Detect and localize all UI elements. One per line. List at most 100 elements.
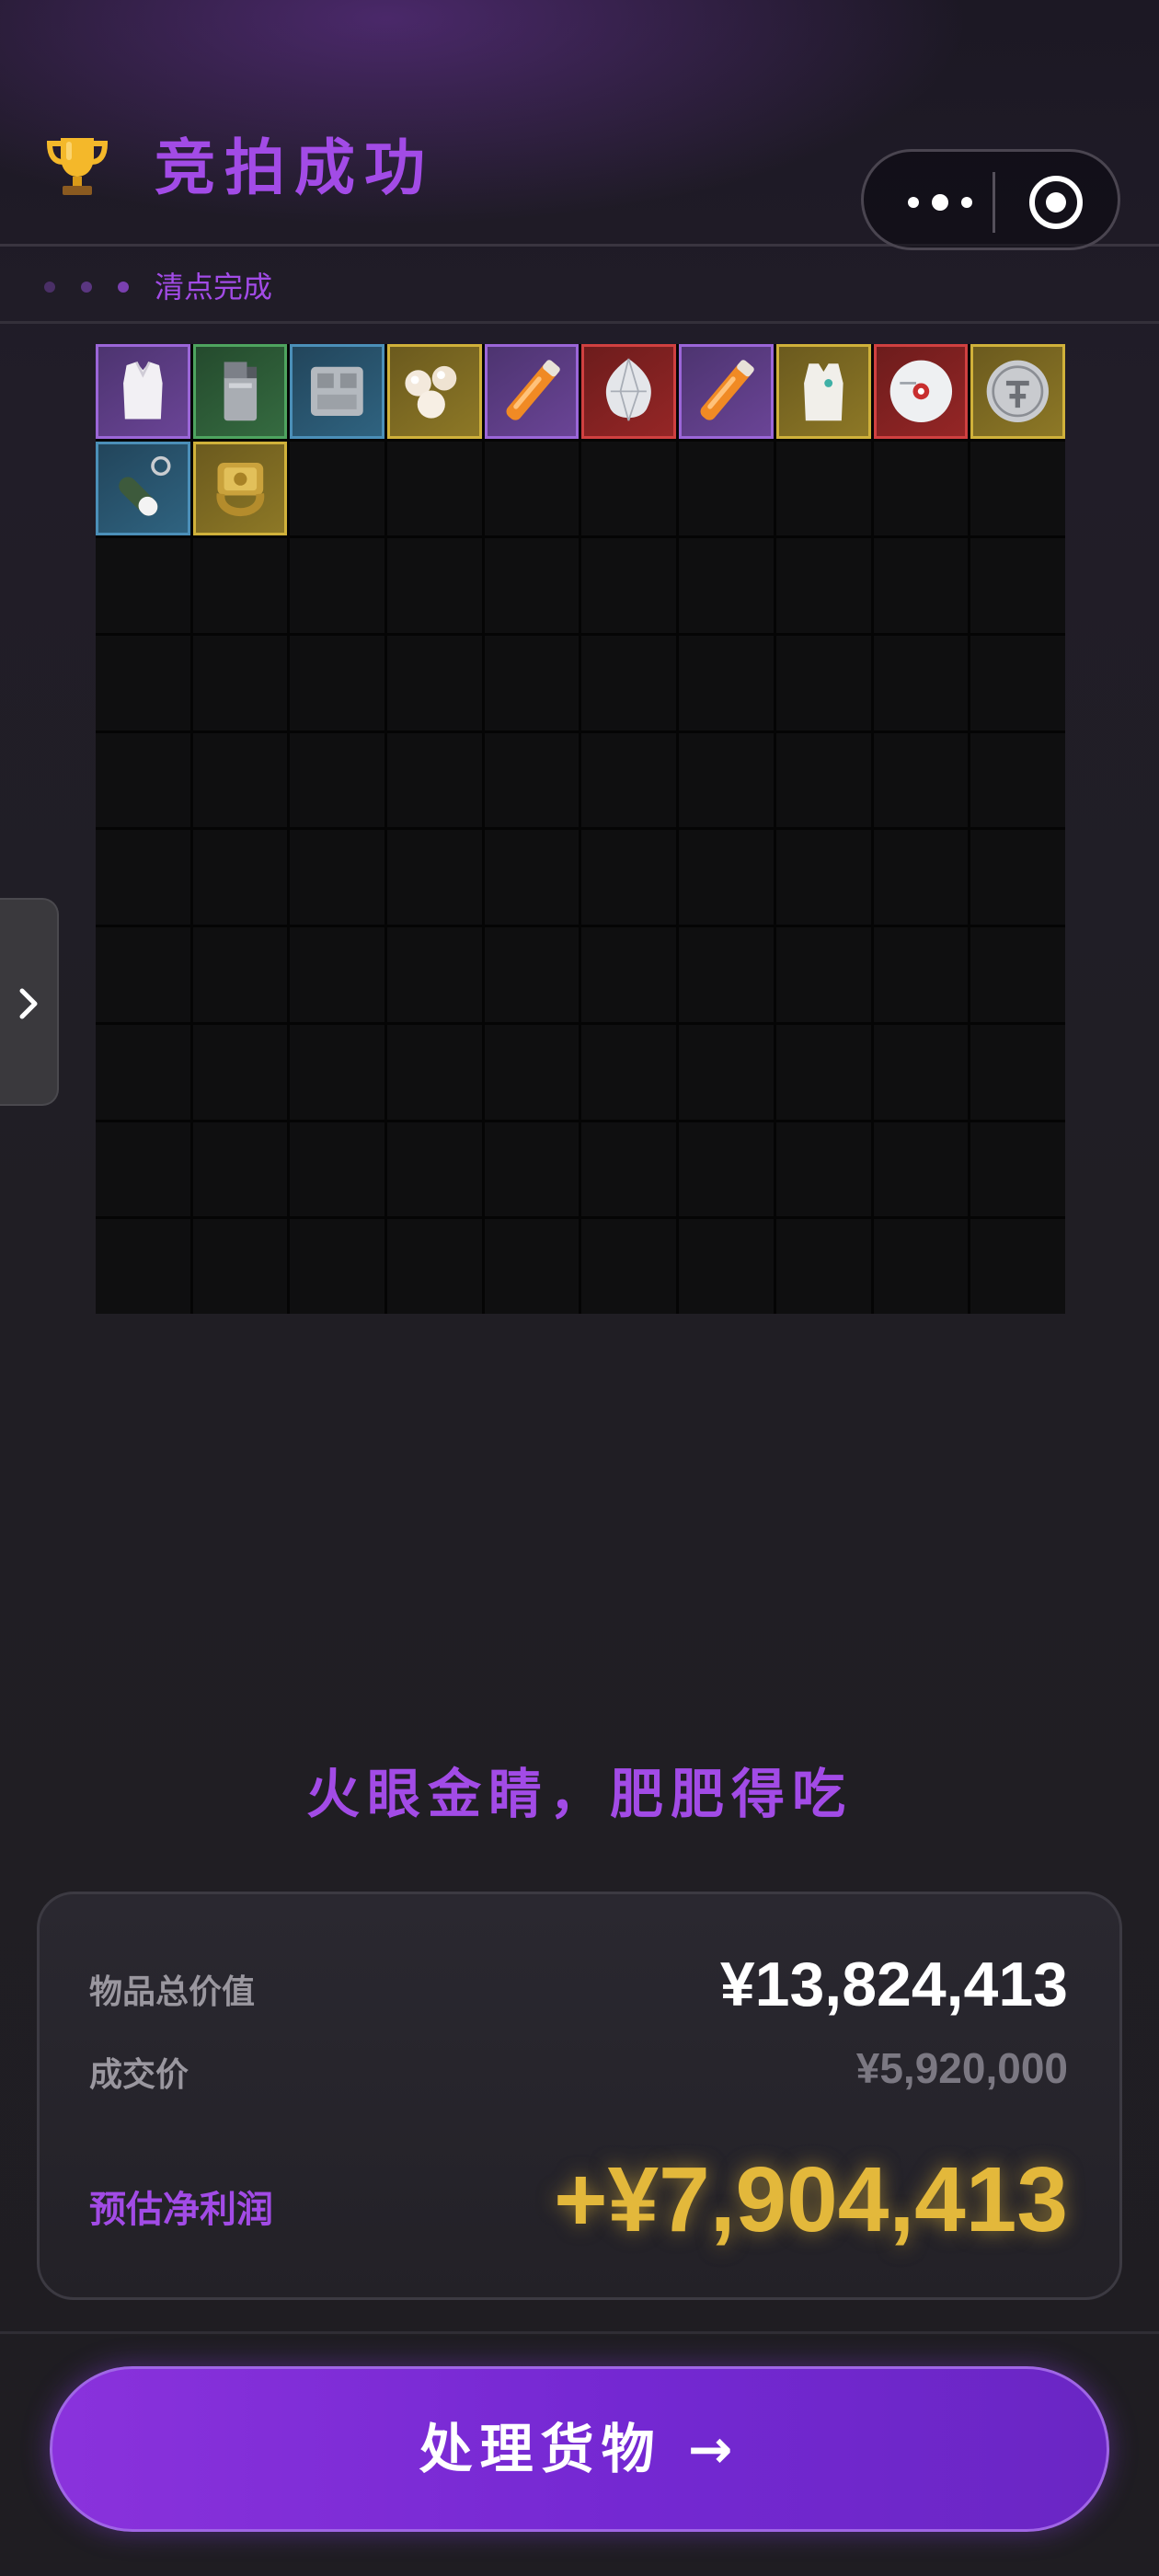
- inventory-slot-empty: [484, 927, 580, 1022]
- inventory-slot-empty: [290, 732, 385, 828]
- more-dots-icon[interactable]: [899, 189, 981, 216]
- armor-vest-icon: [123, 361, 163, 420]
- inventory-slot-empty: [970, 636, 1065, 730]
- deal-price-value: ¥5,920,000: [855, 2044, 1068, 2092]
- inventory-slot-empty: [873, 538, 969, 634]
- chevron-right-icon: [19, 988, 38, 1019]
- target-circle-icon[interactable]: [1027, 174, 1084, 231]
- inventory-slot-empty: [873, 830, 969, 926]
- inventory-slot-empty: [775, 830, 871, 926]
- inventory-slot-empty: [387, 927, 482, 1022]
- inventory-slot-empty: [679, 1219, 774, 1314]
- inventory-slot-empty: [387, 1024, 482, 1120]
- inventory-slot-item[interactable]: [96, 441, 190, 536]
- inventory-slot-empty: [484, 1024, 580, 1120]
- process-goods-button[interactable]: 处理货物 →: [50, 2366, 1109, 2532]
- inventory-slot-empty: [970, 1024, 1065, 1120]
- inventory-slot-empty: [873, 441, 969, 536]
- deal-price-label: 成交价: [89, 2056, 189, 2094]
- inventory-slot-empty: [581, 732, 677, 828]
- inventory-slot-empty: [96, 830, 190, 926]
- inventory-slot-empty: [679, 927, 774, 1022]
- page-header: 竞拍成功: [0, 0, 1159, 250]
- inventory-slot-empty: [387, 636, 482, 730]
- inventory-slot-empty: [873, 1121, 969, 1217]
- inventory-slot-empty: [679, 732, 774, 828]
- inventory-slot-empty: [581, 830, 677, 926]
- slogan-text: 火眼金睛，肥肥得吃: [305, 1763, 853, 1825]
- diamond-icon: [606, 358, 652, 421]
- pearls-icon: [405, 365, 457, 419]
- inventory-slot-empty: [970, 538, 1065, 634]
- gold-ring-icon: [216, 462, 264, 516]
- lighter-icon: [224, 362, 257, 421]
- inventory-slot-empty: [970, 1219, 1065, 1314]
- inventory-slot-empty: [970, 927, 1065, 1022]
- inventory-slot-item[interactable]: [192, 441, 288, 536]
- status-label: 清点完成: [155, 270, 273, 305]
- inventory-slot-empty: [581, 1121, 677, 1217]
- inventory-slot-empty: [387, 732, 482, 828]
- machine-box-icon: [311, 366, 364, 416]
- inventory-slot-item[interactable]: [387, 344, 482, 439]
- inventory-slot-empty: [387, 1219, 482, 1314]
- trophy-icon: [46, 138, 109, 195]
- inventory-slot-empty: [192, 927, 288, 1022]
- inventory-slot-empty: [679, 441, 774, 536]
- page-title: 竞拍成功: [155, 132, 434, 203]
- inventory-slot-empty: [679, 538, 774, 634]
- inventory-slot-item[interactable]: [96, 344, 190, 439]
- inventory-grid: [96, 344, 1065, 1314]
- inventory-slot-empty: [96, 636, 190, 730]
- inventory-slot-empty: [192, 1219, 288, 1314]
- inventory-slot-item[interactable]: [775, 344, 871, 439]
- inventory-slot-empty: [679, 1121, 774, 1217]
- inventory-slot-empty: [387, 1121, 482, 1217]
- summary-card: 物品总价值 ¥13,824,413 成交价 ¥5,920,000 预估净利润 +…: [37, 1892, 1122, 2300]
- inventory-slot-empty: [96, 927, 190, 1022]
- inventory-slot-item[interactable]: [970, 344, 1065, 439]
- inventory-slot-empty: [581, 1219, 677, 1314]
- disc-icon: [889, 360, 952, 423]
- inventory-slot-item[interactable]: [192, 344, 288, 439]
- progress-dots-icon: [44, 282, 129, 293]
- inventory-slot-empty: [775, 732, 871, 828]
- inventory-slot-empty: [775, 538, 871, 634]
- inventory-slot-empty: [679, 636, 774, 730]
- tube-icon: [506, 360, 560, 420]
- inventory-slot-empty: [581, 441, 677, 536]
- tube-icon: [700, 360, 754, 420]
- inventory-slot-empty: [581, 538, 677, 634]
- total-value: ¥13,824,413: [719, 1949, 1068, 2019]
- inventory-slot-item[interactable]: [873, 344, 969, 439]
- inventory-slot-empty: [290, 830, 385, 926]
- inventory-slot-empty: [775, 441, 871, 536]
- inventory-slot-empty: [775, 927, 871, 1022]
- white-vest-icon: [803, 363, 843, 421]
- inventory-slot-empty: [387, 538, 482, 634]
- inventory-slot-empty: [387, 441, 482, 536]
- inventory-slot-empty: [96, 1121, 190, 1217]
- inventory-slot-empty: [290, 538, 385, 634]
- inventory-slot-item[interactable]: [581, 344, 677, 439]
- inventory-slot-empty: [484, 636, 580, 730]
- inventory-slot-empty: [387, 830, 482, 926]
- inventory-slot-empty: [484, 1219, 580, 1314]
- side-drawer-toggle[interactable]: [0, 898, 59, 1106]
- mini-program-capsule: [861, 149, 1120, 250]
- inventory-slot-empty: [192, 1121, 288, 1217]
- inventory-slot-empty: [192, 732, 288, 828]
- inventory-slot-empty: [290, 1219, 385, 1314]
- inventory-slot-empty: [679, 1024, 774, 1120]
- inventory-slot-empty: [290, 441, 385, 536]
- inventory-slot-empty: [290, 636, 385, 730]
- inventory-slot-empty: [290, 1024, 385, 1120]
- footer-divider: [0, 2331, 1159, 2334]
- inventory-slot-empty: [192, 636, 288, 730]
- inventory-slot-empty: [290, 1121, 385, 1217]
- inventory-slot-empty: [970, 441, 1065, 536]
- inventory-slot-item[interactable]: [679, 344, 774, 439]
- inventory-slot-empty: [484, 441, 580, 536]
- inventory-slot-item[interactable]: [290, 344, 385, 439]
- inventory-slot-item[interactable]: [484, 344, 580, 439]
